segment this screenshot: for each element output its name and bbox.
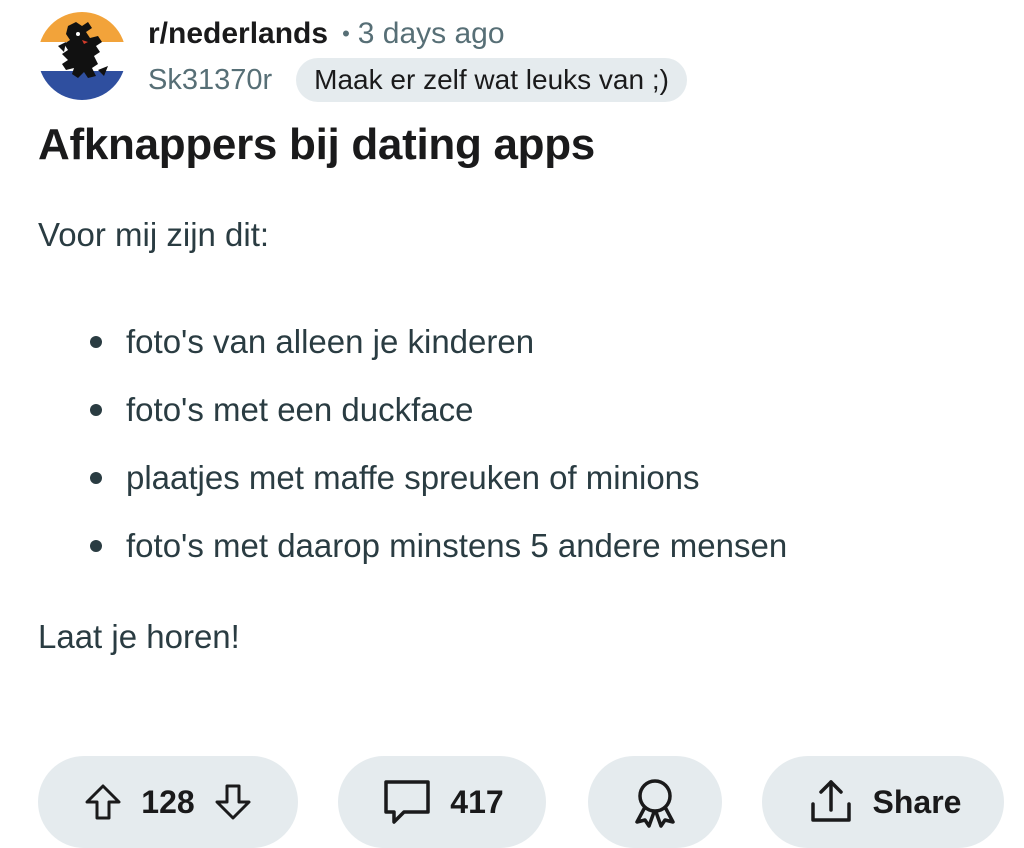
list-item: foto's van alleen je kinderen: [90, 308, 787, 376]
post-header: r/nederlands • 3 days ago Sk31370r Maak …: [38, 12, 687, 104]
list-item: plaatjes met maffe spreuken of minions: [90, 444, 787, 512]
author-name[interactable]: Sk31370r: [148, 64, 272, 97]
post-flair[interactable]: Maak er zelf wat leuks van ;): [296, 58, 687, 102]
action-bar: 128 417 Share: [38, 756, 1004, 848]
arrow-up-icon[interactable]: [83, 782, 123, 822]
comment-bubble-icon: [380, 776, 434, 828]
award-ribbon-icon: [627, 774, 683, 830]
list-item-text: plaatjes met maffe spreuken of minions: [126, 459, 700, 496]
post-intro: Voor mij zijn dit:: [38, 216, 270, 253]
arrow-down-icon[interactable]: [213, 782, 253, 822]
vote-control: 128: [38, 756, 298, 848]
flag-lion-icon: [38, 12, 126, 100]
comment-count: 417: [450, 783, 504, 820]
meta-row-subreddit: r/nederlands • 3 days ago: [148, 12, 687, 56]
bullet-icon: [90, 404, 102, 416]
post-time: 3 days ago: [357, 17, 505, 50]
post-title: Afknappers bij dating apps: [38, 120, 595, 169]
award-button[interactable]: [588, 756, 722, 848]
list-item: foto's met een duckface: [90, 376, 787, 444]
post-meta: r/nederlands • 3 days ago Sk31370r Maak …: [148, 12, 687, 104]
list-item-text: foto's met een duckface: [126, 391, 474, 428]
comments-button[interactable]: 417: [338, 756, 546, 848]
bullet-icon: [90, 336, 102, 348]
list-item-text: foto's met daarop minstens 5 andere mens…: [126, 527, 788, 564]
share-label: Share: [872, 783, 962, 820]
list-item: foto's met daarop minstens 5 andere mens…: [90, 512, 787, 580]
subreddit-avatar[interactable]: [38, 12, 126, 100]
bullet-icon: [90, 540, 102, 552]
share-button[interactable]: Share: [762, 756, 1004, 848]
meta-separator: •: [342, 21, 350, 46]
vote-count: 128: [141, 783, 195, 820]
subreddit-name[interactable]: r/nederlands: [148, 17, 328, 51]
post-card: r/nederlands • 3 days ago Sk31370r Maak …: [0, 0, 1024, 848]
post-bullet-list: foto's van alleen je kinderen foto's met…: [90, 308, 787, 580]
post-outro: Laat je horen!: [38, 618, 240, 655]
meta-row-author: Sk31370r Maak er zelf wat leuks van ;): [148, 56, 687, 104]
share-upload-icon: [805, 776, 857, 828]
list-item-text: foto's van alleen je kinderen: [126, 323, 535, 360]
bullet-icon: [90, 472, 102, 484]
